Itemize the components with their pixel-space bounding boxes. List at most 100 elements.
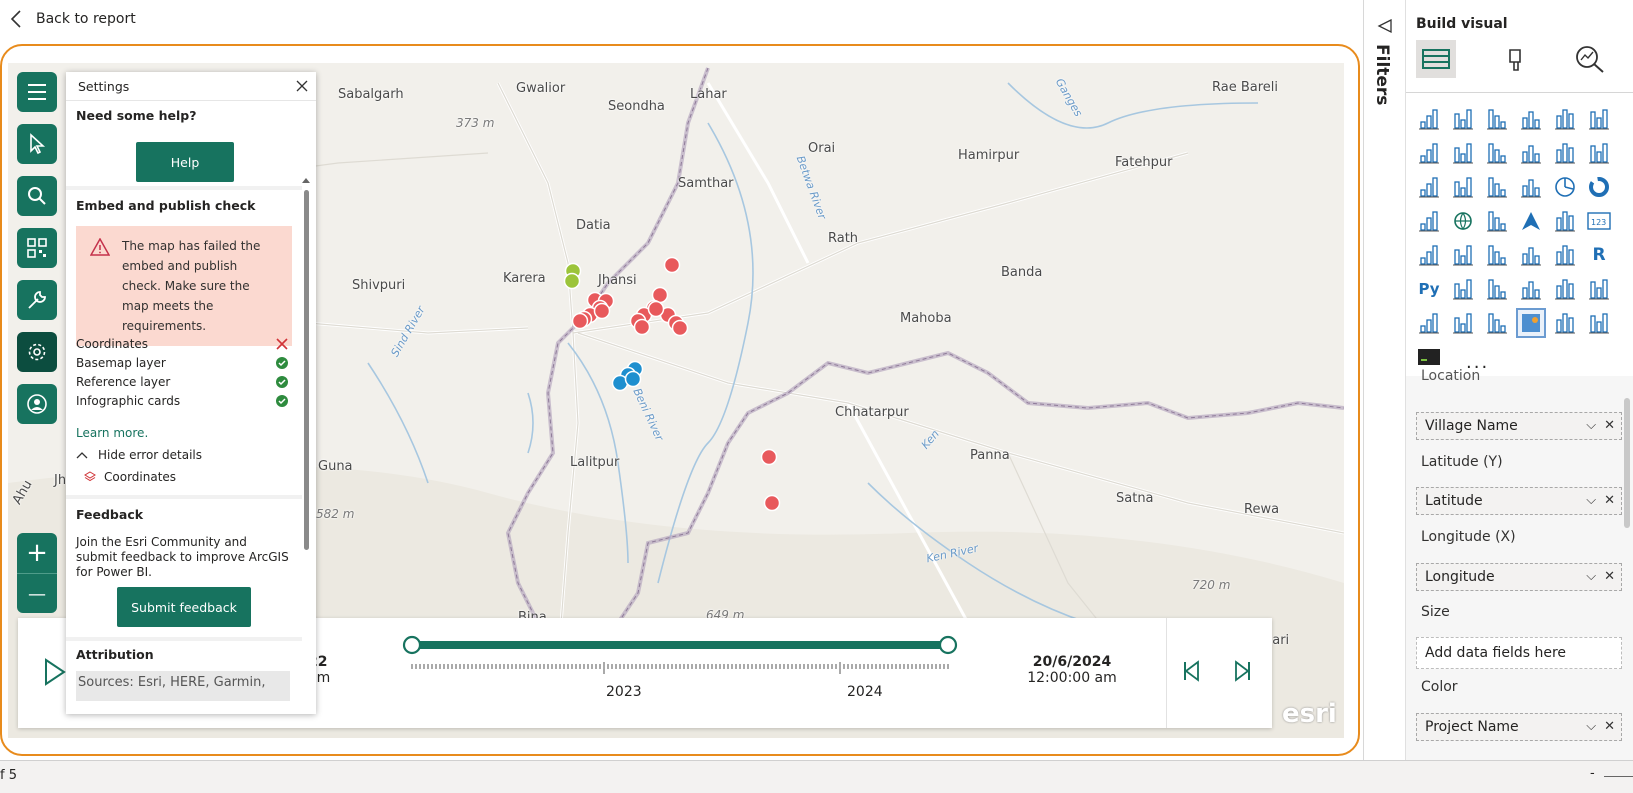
toolbar-select-button[interactable] [17,124,57,164]
kpi-icon[interactable] [1450,242,1476,268]
map-marker-red[interactable] [647,300,665,318]
area-chart-icon[interactable] [1450,140,1476,166]
scrollbar-thumb[interactable] [304,190,309,550]
toolbar-account-button[interactable] [17,384,57,424]
zoom-slider[interactable] [1604,776,1633,777]
chevron-down-icon[interactable]: ⌵ [1586,493,1596,508]
map-marker-blue[interactable] [624,370,642,388]
filters-pane[interactable]: Filters [1363,0,1406,760]
remove-field-icon[interactable]: ✕ [1604,569,1615,584]
scroll-up-icon[interactable] [302,176,310,184]
pie-icon[interactable] [1552,174,1578,200]
trophy-icon[interactable] [1586,276,1612,302]
map-marker-red[interactable] [571,312,589,330]
step-forward-icon[interactable] [1232,660,1252,682]
100-bar-icon[interactable] [1552,106,1578,132]
card-icon[interactable]: 123 [1586,208,1612,234]
azure-map-icon[interactable] [1518,208,1544,234]
remove-field-icon[interactable]: ✕ [1604,418,1615,433]
donut-icon[interactable] [1586,174,1612,200]
scatter-icon[interactable] [1518,174,1544,200]
filter-collapse-icon[interactable] [1377,18,1393,34]
range-track[interactable] [400,628,960,688]
power-automate-icon[interactable] [1450,310,1476,336]
narrative-icon[interactable] [1552,276,1578,302]
field-well-latitude[interactable]: Latitude ⌵ ✕ [1416,487,1622,515]
paginated-report-icon[interactable] [1416,310,1442,336]
multirow-card-icon[interactable] [1416,242,1442,268]
remove-field-icon[interactable]: ✕ [1604,719,1615,734]
r-visual-icon[interactable]: R [1586,242,1612,268]
python-visual-icon[interactable]: Py [1416,276,1442,302]
qa-icon[interactable] [1518,276,1544,302]
arcgis-map-icon[interactable] [1516,308,1546,338]
toolbar-settings-button[interactable] [17,332,57,372]
waterfall-icon[interactable] [1416,174,1442,200]
table-icon[interactable] [1518,242,1544,268]
clustered-column-icon[interactable] [1518,106,1544,132]
field-well-location[interactable]: Village Name ⌵ ✕ [1416,412,1622,440]
wells-scrollbar-thumb[interactable] [1624,398,1630,528]
clustered-bar-icon[interactable] [1484,106,1510,132]
step-back-icon[interactable] [1182,660,1202,682]
zoom-in-button[interactable]: + [17,533,57,574]
error-message-box: The map has failed the embed and publish… [76,226,292,346]
matrix-icon[interactable] [1552,242,1578,268]
chevron-down-icon[interactable]: ⌵ [1586,569,1596,584]
key-influencers-icon[interactable] [1450,276,1476,302]
help-button[interactable]: Help [136,142,234,182]
chevron-down-icon[interactable]: ⌵ [1586,719,1596,734]
back-to-report-link[interactable]: Back to report [10,6,136,32]
line-column-icon[interactable] [1552,140,1578,166]
field-well-color[interactable]: Project Name ⌵ ✕ [1416,713,1622,741]
toolbar-tools-button[interactable] [17,280,57,320]
funnel-icon[interactable] [1484,174,1510,200]
play-button[interactable] [18,618,72,728]
map-marker-red[interactable] [671,319,689,337]
submit-feedback-button[interactable]: Submit feedback [117,587,251,627]
diamond-icon[interactable] [1552,310,1578,336]
user-icon [27,394,47,414]
remove-field-icon[interactable]: ✕ [1604,493,1615,508]
field-well-size[interactable]: Add data fields here [1416,637,1622,669]
analytics-magnifier-icon[interactable] [1574,44,1606,74]
field-well-longitude[interactable]: Longitude ⌵ ✕ [1416,563,1622,591]
close-icon[interactable] [296,80,308,92]
globe-map-icon[interactable] [1450,208,1476,234]
funnel-column-icon[interactable] [1450,174,1476,200]
custom-visual-icon[interactable] [1416,344,1442,370]
zoom-minus-button[interactable]: - [1590,766,1595,781]
100-column-icon[interactable] [1586,106,1612,132]
line-chart-icon[interactable] [1416,140,1442,166]
chevrons-icon[interactable] [1586,310,1612,336]
check-row-reference: Reference layer [76,372,288,391]
slicer-icon[interactable] [1484,242,1510,268]
stacked-column-icon[interactable] [1450,106,1476,132]
learn-more-link[interactable]: Learn more. [76,426,148,440]
map-marker-red[interactable] [663,256,681,274]
chevron-down-icon[interactable]: ⌵ [1586,418,1596,433]
line-clustered-icon[interactable] [1586,140,1612,166]
decomposition-tree-icon[interactable] [1484,276,1510,302]
power-apps-icon[interactable] [1484,310,1510,336]
map-marker-red[interactable] [760,448,778,466]
toolbar-search-button[interactable] [17,176,57,216]
format-brush-icon[interactable] [1504,46,1532,74]
build-tab-visuals[interactable] [1416,40,1456,78]
hide-error-details-toggle[interactable]: Hide error details [76,448,202,462]
zoom-out-button[interactable]: — [17,574,57,614]
map-marker-green[interactable] [563,272,581,290]
toolbar-menu-button[interactable] [17,72,57,112]
toolbar-infographic-button[interactable] [17,228,57,268]
panel-scrollbar[interactable] [302,176,310,714]
stacked-area-icon[interactable] [1484,140,1510,166]
stacked-bar-icon[interactable] [1416,106,1442,132]
treemap-icon[interactable] [1416,208,1442,234]
filled-map-icon[interactable] [1484,208,1510,234]
map-marker-red[interactable] [763,494,781,512]
map-marker-red[interactable] [633,318,651,336]
ribbon-icon[interactable] [1518,140,1544,166]
map-label-elev-720: 720 m [1192,578,1231,592]
map-marker-red[interactable] [593,302,611,320]
gauge-icon[interactable] [1552,208,1578,234]
